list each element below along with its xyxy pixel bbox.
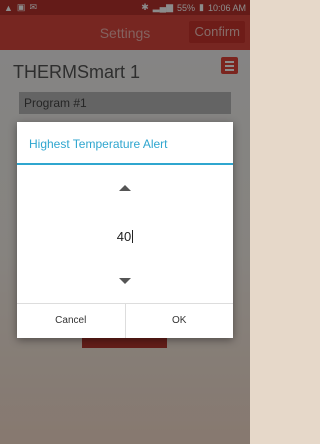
temperature-value-text: 40 bbox=[116, 229, 132, 244]
decrement-arrow-icon[interactable] bbox=[119, 278, 131, 284]
increment-arrow-icon[interactable] bbox=[119, 185, 131, 191]
dialog-footer: Cancel OK bbox=[17, 303, 233, 338]
dialog-divider bbox=[17, 163, 233, 165]
temperature-dialog: Highest Temperature Alert 40 Cancel OK bbox=[17, 122, 233, 338]
ok-button[interactable]: OK bbox=[124, 304, 234, 338]
text-caret bbox=[132, 230, 134, 243]
temperature-value[interactable]: 40 bbox=[17, 229, 233, 244]
cancel-button[interactable]: Cancel bbox=[17, 304, 125, 338]
dialog-title: Highest Temperature Alert bbox=[29, 137, 168, 151]
